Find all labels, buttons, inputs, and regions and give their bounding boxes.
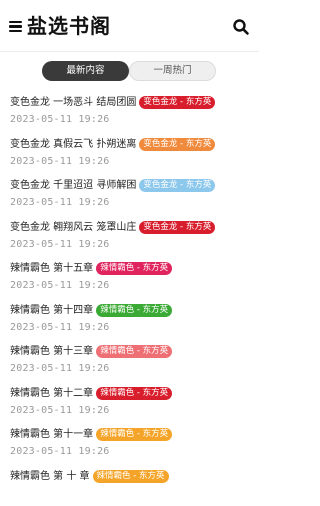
item-timestamp: 2023-05-11 19:26: [10, 238, 110, 250]
list-item[interactable]: 辣情霸色 第十五章 辣情霸色 - 东方英 2023-05-11 19:26: [10, 258, 255, 298]
item-title-line: 辣情霸色 第十四章 辣情霸色 - 东方英: [10, 303, 173, 318]
category-tag[interactable]: 变色金龙 - 东方英: [139, 137, 216, 151]
item-title: 变色金龙 一场恶斗 结局团圆: [10, 97, 137, 108]
category-tag[interactable]: 辣情霸色 - 东方英: [92, 469, 169, 483]
item-title-line: 辣情霸色 第十一章 辣情霸色 - 东方英: [10, 428, 173, 442]
item-title-line: 辣情霸色 第十三章 辣情霸色 - 东方英: [10, 345, 173, 359]
item-title-line: 变色金龙 一场恶斗 结局团圆 变色金龙 - 东方英: [10, 96, 216, 110]
list-item[interactable]: 变色金龙 千里迢迢 寻师解困 变色金龙 - 东方英 2023-05-11 19:2…: [10, 175, 255, 215]
app-header: 盐选书阁: [0, 0, 259, 52]
list-item[interactable]: 变色金龙 翱翔风云 笼罩山庄 变色金龙 - 东方英 2023-05-11 19:2…: [10, 217, 255, 257]
item-timestamp: 2023-05-11 19:26: [10, 363, 110, 374]
item-title: 辣情霸色 第十五章: [10, 263, 94, 274]
item-timestamp: 2023-05-11 19:26: [10, 155, 110, 167]
item-title: 辣情霸色 第十四章: [10, 304, 94, 316]
item-title: 变色金龙 翱翔风云 笼罩山庄: [10, 221, 137, 233]
item-timestamp: 2023-05-11 19:26: [10, 404, 110, 416]
search-icon[interactable]: [232, 18, 250, 36]
list-item[interactable]: 变色金龙 一场恶斗 结局团圆 变色金龙 - 东方英 2023-05-11 19:2…: [10, 92, 255, 132]
list-item[interactable]: 辣情霸色 第十四章 辣情霸色 - 东方英 2023-05-11 19:26: [10, 300, 255, 340]
item-timestamp: 2023-05-11 19:26: [10, 197, 110, 208]
list-item[interactable]: 变色金龙 真假云飞 扑朔迷离 变色金龙 - 东方英 2023-05-11 19:2…: [10, 134, 255, 174]
category-tag[interactable]: 变色金龙 - 东方英: [139, 179, 216, 192]
list-item[interactable]: 辣情霸色 第十三章 辣情霸色 - 东方英 2023-05-11 19:26: [10, 341, 255, 381]
category-tag[interactable]: 辣情霸色 - 东方英: [96, 262, 173, 275]
item-title-line: 辣情霸色 第十二章 辣情霸色 - 东方英: [10, 386, 173, 401]
item-title: 变色金龙 千里迢迢 寻师解困: [10, 180, 137, 191]
category-tag[interactable]: 辣情霸色 - 东方英: [96, 386, 173, 400]
list-item[interactable]: 辣情霸色 第十二章 辣情霸色 - 东方英 2023-05-11 19:26: [10, 383, 255, 423]
item-timestamp: 2023-05-11 19:26: [10, 280, 110, 291]
item-title: 辣情霸色 第十三章: [10, 346, 94, 357]
app-title: 盐选书阁: [27, 14, 111, 38]
item-timestamp: 2023-05-11 19:26: [10, 114, 110, 125]
category-tag[interactable]: 辣情霸色 - 东方英: [96, 345, 173, 358]
hamburger-menu-icon[interactable]: [9, 21, 22, 32]
item-title-line: 变色金龙 翱翔风云 笼罩山庄 变色金龙 - 东方英: [10, 220, 216, 235]
item-title-line: 辣情霸色 第十五章 辣情霸色 - 东方英: [10, 262, 173, 276]
item-title-line: 变色金龙 真假云飞 扑朔迷离 变色金龙 - 东方英: [10, 137, 216, 152]
item-title: 辣情霸色 第十一章: [10, 429, 94, 440]
item-title-line: 变色金龙 千里迢迢 寻师解困 变色金龙 - 东方英: [10, 179, 216, 193]
tab-weekly-hot[interactable]: 一周热门: [129, 61, 216, 81]
category-tag[interactable]: 变色金龙 - 东方英: [139, 96, 216, 109]
category-tag[interactable]: 辣情霸色 - 东方英: [96, 303, 173, 317]
item-timestamp: 2023-05-11 19:26: [10, 321, 110, 333]
item-title-line: 辣情霸色 第 十 章辣情霸色 - 东方英: [10, 469, 169, 484]
category-tag[interactable]: 辣情霸色 - 东方英: [96, 428, 173, 441]
item-title: 辣情霸色 第十二章: [10, 387, 94, 399]
list-item[interactable]: 辣情霸色 第十一章 辣情霸色 - 东方英 2023-05-11 19:26: [10, 424, 255, 464]
content-tabs: 最新内容 一周热门: [0, 61, 259, 83]
item-title: 变色金龙 真假云飞 扑朔迷离: [10, 138, 137, 150]
tab-latest[interactable]: 最新内容: [42, 61, 129, 81]
list-item[interactable]: 辣情霸色 第 十 章辣情霸色 - 东方英: [10, 466, 255, 506]
item-timestamp: 2023-05-11 19:26: [10, 446, 110, 457]
category-tag[interactable]: 变色金龙 - 东方英: [139, 220, 216, 234]
